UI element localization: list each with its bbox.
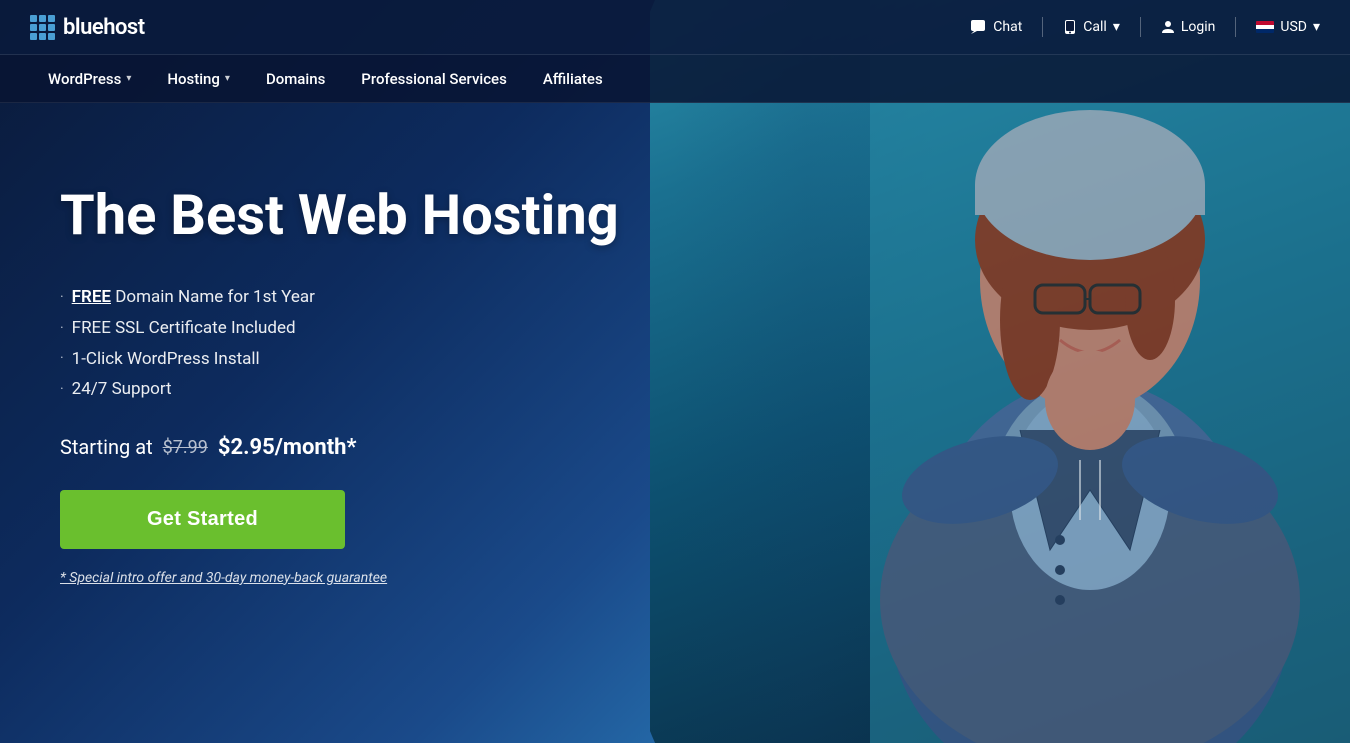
feature-2-text: FREE SSL Certificate Included xyxy=(72,313,296,344)
nav-affiliates-label: Affiliates xyxy=(543,70,603,88)
logo[interactable]: bluehost xyxy=(30,15,145,40)
user-icon xyxy=(1161,20,1175,34)
hero-section: The Best Web Hosting · FREE Domain Name … xyxy=(0,103,700,646)
bullet-4: · xyxy=(60,377,64,402)
feature-2: · FREE SSL Certificate Included xyxy=(60,313,640,344)
guarantee-link[interactable]: * Special intro offer and 30-day money-b… xyxy=(60,570,387,586)
nav-domains-label: Domains xyxy=(266,70,325,88)
logo-grid-icon xyxy=(30,15,55,40)
original-price: $7.99 xyxy=(163,437,208,458)
hero-title: The Best Web Hosting xyxy=(60,183,640,247)
header-divider-1 xyxy=(1042,17,1043,37)
sale-price: $2.95/month* xyxy=(218,435,357,460)
chat-icon xyxy=(971,20,987,34)
nav-hosting-label: Hosting xyxy=(167,70,220,88)
nav-item-affiliates[interactable]: Affiliates xyxy=(525,55,621,103)
nav-item-wordpress[interactable]: WordPress ▾ xyxy=(30,55,149,103)
nav-item-domains[interactable]: Domains xyxy=(248,55,343,103)
currency-chevron-icon: ▾ xyxy=(1313,19,1320,35)
currency-label: USD xyxy=(1280,19,1307,35)
chat-link[interactable]: Chat xyxy=(971,19,1022,35)
login-link[interactable]: Login xyxy=(1161,19,1216,35)
currency-selector[interactable]: USD ▾ xyxy=(1256,19,1320,35)
main-nav: WordPress ▾ Hosting ▾ Domains Profession… xyxy=(0,55,1350,103)
nav-professional-services-label: Professional Services xyxy=(361,70,507,88)
pricing-prefix: Starting at xyxy=(60,435,153,459)
header-divider-2 xyxy=(1140,17,1141,37)
feature-3-text: 1-Click WordPress Install xyxy=(72,344,260,375)
feature-1-text: FREE Domain Name for 1st Year xyxy=(72,282,315,313)
feature-3: · 1-Click WordPress Install xyxy=(60,344,640,375)
feature-4-text: 24/7 Support xyxy=(72,374,172,405)
logo-text: bluehost xyxy=(63,15,145,40)
site-header: bluehost Chat Call ▾ Log xyxy=(0,0,1350,55)
nav-item-hosting[interactable]: Hosting ▾ xyxy=(149,55,248,103)
pricing-line: Starting at $7.99 $2.95/month* xyxy=(60,435,640,460)
bullet-1: · xyxy=(60,285,64,310)
call-chevron-icon: ▾ xyxy=(1113,19,1120,35)
flag-icon xyxy=(1256,21,1274,33)
chat-label: Chat xyxy=(993,19,1022,35)
phone-icon xyxy=(1063,20,1077,34)
header-divider-3 xyxy=(1235,17,1236,37)
call-link[interactable]: Call ▾ xyxy=(1063,19,1120,35)
hero-features-list: · FREE Domain Name for 1st Year · FREE S… xyxy=(60,282,640,404)
header-left: bluehost xyxy=(30,15,175,40)
feature-1: · FREE Domain Name for 1st Year xyxy=(60,282,640,313)
login-label: Login xyxy=(1181,19,1216,35)
get-started-button[interactable]: Get Started xyxy=(60,490,345,549)
header-right: Chat Call ▾ Login USD ▾ xyxy=(971,17,1320,37)
nav-wordpress-label: WordPress xyxy=(48,70,121,88)
nav-hosting-chevron: ▾ xyxy=(225,73,230,84)
bullet-2: · xyxy=(60,316,64,341)
free-highlight: FREE xyxy=(72,287,111,307)
hero-person-image xyxy=(670,0,1350,743)
nav-wordpress-chevron: ▾ xyxy=(126,73,131,84)
nav-item-professional-services[interactable]: Professional Services xyxy=(343,55,525,103)
call-label: Call xyxy=(1083,19,1107,35)
feature-4: · 24/7 Support xyxy=(60,374,640,405)
bullet-3: · xyxy=(60,346,64,371)
